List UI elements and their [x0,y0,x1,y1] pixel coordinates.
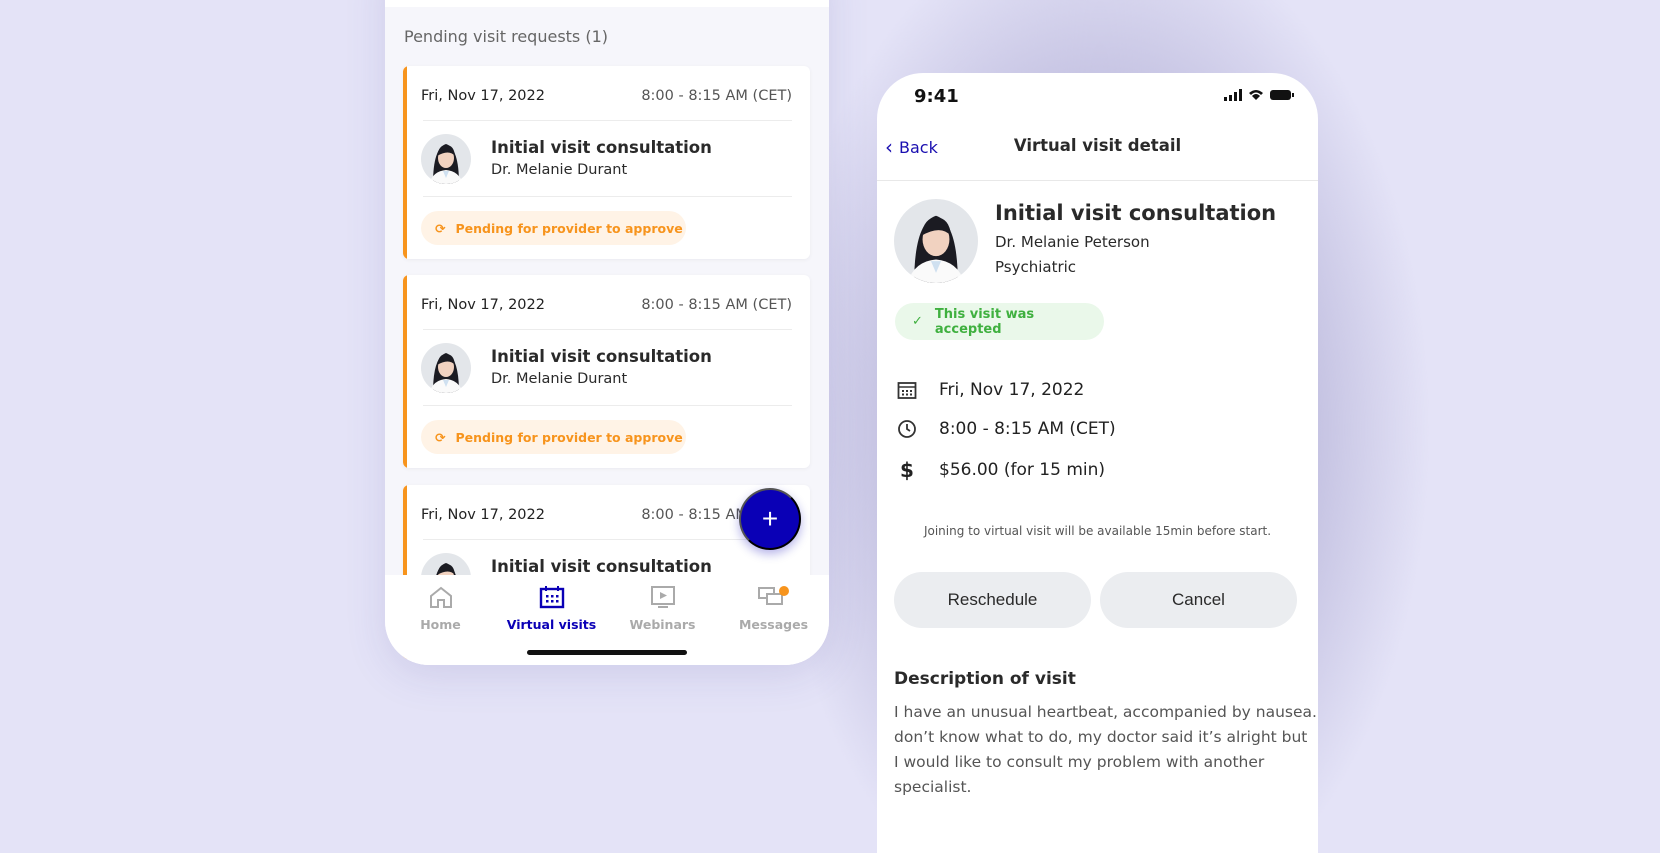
visit-price: $56.00 (for 15 min) [939,460,1106,480]
visit-title: Initial visit consultation [995,201,1277,225]
visit-title: Initial visit consultation [491,138,712,157]
doctor-name: Dr. Melanie Peterson [995,233,1150,251]
tab-virtual-visits[interactable]: Virtual visits [496,585,607,632]
visit-date: Fri, Nov 17, 2022 [421,88,545,104]
status-badge: ⟳ Pending for provider to approve [421,211,686,245]
pending-indicator [403,275,407,468]
check-icon: ✓ [912,314,923,329]
reschedule-button[interactable]: Reschedule [894,572,1091,628]
status-text: Pending for provider to approve [455,429,683,445]
play-icon [650,586,675,608]
visit-card[interactable]: Fri, Nov 17, 2022 8:00 - 8:15 AM (CET) I… [403,66,810,259]
visits-list-phone: Pending visit requests (1) Fri, Nov 17, … [385,0,829,665]
divider [877,180,1318,181]
visit-date: Fri, Nov 17, 2022 [421,507,545,523]
tab-label: Webinars [629,617,696,632]
divider [423,329,792,330]
join-note: Joining to virtual visit will be availab… [923,524,1272,538]
description-line: I would like to consult my problem with … [894,753,1265,771]
visit-title: Initial visit consultation [491,557,712,576]
home-indicator [527,650,687,655]
description-heading: Description of visit [894,669,1076,689]
description-line: I have an unusual heartbeat, accompanied… [894,703,1318,721]
visit-title: Initial visit consultation [491,347,712,366]
pending-indicator [403,66,407,259]
chat-icon [757,586,789,605]
header-bar [385,0,829,7]
refresh-icon: ⟳ [435,220,446,236]
divider [423,405,792,406]
doctor-avatar [421,343,471,393]
status-text: This visit was accepted [934,306,1035,337]
add-visit-button[interactable]: + [739,488,801,550]
tab-messages[interactable]: Messages [718,585,829,632]
home-icon [429,586,452,608]
status-badge: ✓ This visit was accepted [895,303,1104,340]
divider [423,196,792,197]
calendar-icon [539,586,564,609]
doctor-specialty: Psychiatric [995,258,1077,276]
tab-label: Messages [738,617,809,632]
visit-time-row: 8:00 - 8:15 AM (CET) [897,419,1116,439]
status-text: Pending for provider to approve [455,220,683,236]
divider [423,539,792,540]
visit-date: Fri, Nov 17, 2022 [939,380,1085,400]
status-icons [1224,89,1294,101]
tab-webinars[interactable]: Webinars [607,585,718,632]
visit-price-row: $ $56.00 (for 15 min) [897,458,1105,482]
status-time: 9:41 [914,86,959,107]
refresh-icon: ⟳ [435,429,446,445]
doctor-avatar [894,199,978,283]
page-title: Virtual visit detail [1013,136,1182,155]
visit-time: 8:00 - 8:15 AM (CET) [641,88,792,104]
status-badge: ⟳ Pending for provider to approve [421,420,686,454]
visit-date: Fri, Nov 17, 2022 [421,297,545,313]
doctor-name: Dr. Melanie Durant [491,162,628,178]
doctor-name: Dr. Melanie Durant [491,371,628,387]
description-line: don’t know what to do, my doctor said it… [894,728,1308,746]
calendar-icon [897,382,917,399]
visit-time: 8:00 - 8:15 AM (CET) [641,297,792,313]
doctor-avatar [421,134,471,184]
visit-date-row: Fri, Nov 17, 2022 [897,380,1084,400]
tab-label: Home [420,617,461,632]
tab-label: Virtual visits [506,617,597,632]
visit-time: 8:00 - 8:15 AM (CET) [939,419,1116,439]
visit-card[interactable]: Fri, Nov 17, 2022 8:00 - 8:15 AM (CET) I… [403,275,810,468]
dollar-icon: $ [900,458,914,482]
section-title: Pending visit requests (1) [404,27,609,46]
cancel-button[interactable]: Cancel [1100,572,1297,628]
unread-badge [778,586,789,596]
visit-detail-phone: 9:41 ‹ Back Virtual visit detail Initial … [877,73,1318,853]
divider [423,120,792,121]
description-line: specialist. [894,778,972,796]
tab-home[interactable]: Home [385,585,496,632]
clock-icon [898,420,916,438]
